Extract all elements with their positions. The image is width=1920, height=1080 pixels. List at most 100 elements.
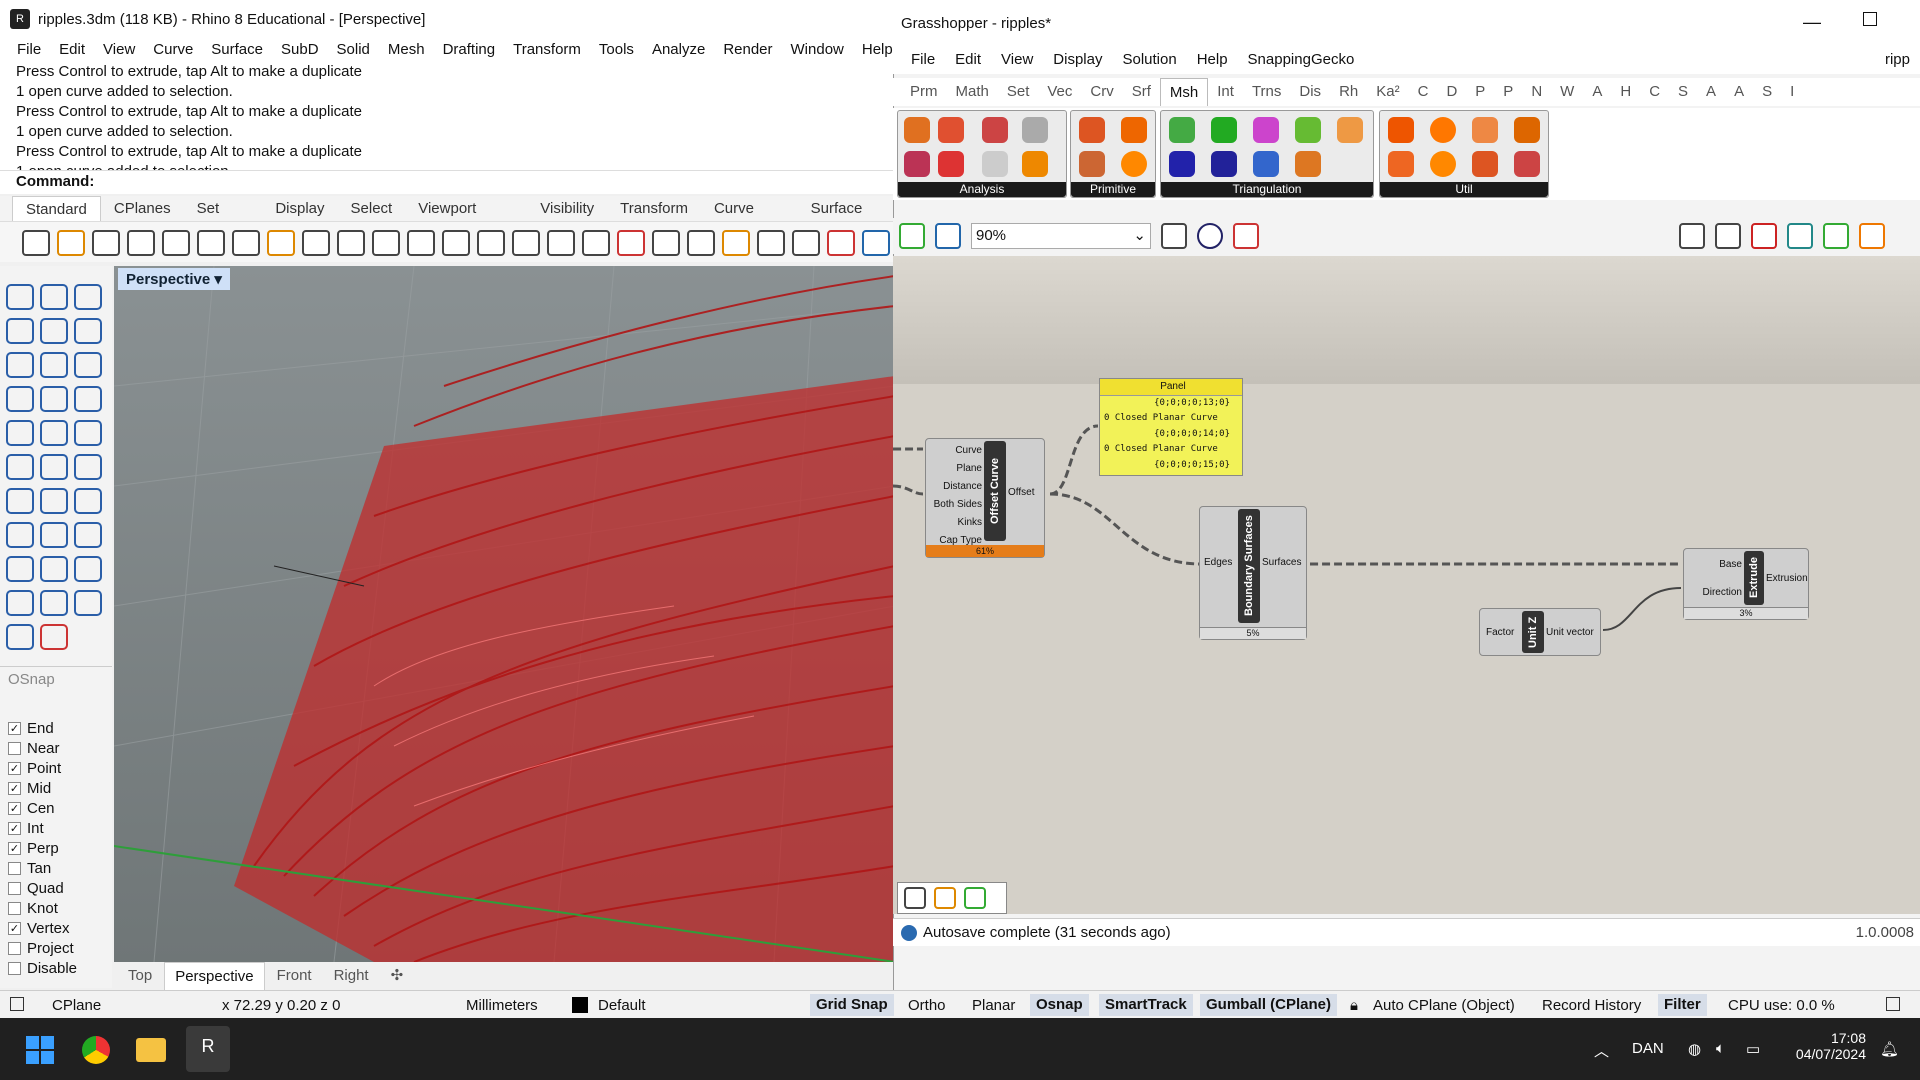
undo-icon[interactable]: [302, 230, 330, 256]
zoom-all-icon[interactable]: [547, 230, 575, 256]
text-icon[interactable]: [6, 556, 34, 582]
gh-menu-overflow[interactable]: ripp: [1875, 46, 1920, 74]
checkbox[interactable]: [8, 941, 21, 955]
output-unit-vector[interactable]: Unit vector: [1546, 627, 1594, 638]
util-tool-icon[interactable]: [1472, 151, 1498, 177]
util-tool-icon[interactable]: [1388, 151, 1414, 177]
box-icon[interactable]: [6, 420, 34, 446]
input-language[interactable]: DAN: [1632, 1040, 1664, 1057]
tab-surface-tools[interactable]: Surface Too: [798, 196, 895, 243]
zoom-extents-icon[interactable]: [477, 230, 505, 256]
save-file-icon[interactable]: [935, 223, 961, 249]
menu-curve[interactable]: Curve: [144, 38, 202, 62]
mesh-quality-icon[interactable]: [1787, 223, 1813, 249]
menu-analyze[interactable]: Analyze: [643, 38, 714, 62]
checkbox[interactable]: [8, 901, 21, 915]
volume-icon[interactable]: 🔈︎: [1716, 1040, 1725, 1057]
current-layer[interactable]: Default: [598, 997, 646, 1014]
loft-icon[interactable]: [74, 386, 102, 412]
gh-tab-7[interactable]: Int: [1208, 78, 1243, 106]
util-tool-icon[interactable]: [1430, 151, 1456, 177]
preview-selected-icon[interactable]: [1751, 223, 1777, 249]
perspective-viewport[interactable]: [114, 266, 895, 962]
primitive-tool-icon[interactable]: [1121, 151, 1147, 177]
analysis-tool-icon[interactable]: [1022, 151, 1048, 177]
util-tool-icon[interactable]: [1514, 151, 1540, 177]
tab-select[interactable]: Select: [338, 196, 406, 221]
checkbox[interactable]: ✓: [8, 721, 21, 735]
viewport-tab-front[interactable]: Front: [267, 962, 322, 992]
polygon-icon[interactable]: [6, 352, 34, 378]
preview-eye-icon[interactable]: [1197, 223, 1223, 249]
select-arrow-icon[interactable]: [6, 284, 34, 310]
analysis-tool-icon[interactable]: [938, 151, 964, 177]
lock-icon[interactable]: [792, 230, 820, 256]
viewport-tab-perspective[interactable]: Perspective: [164, 962, 265, 992]
output-surfaces[interactable]: Surfaces: [1262, 557, 1301, 568]
color-wheel-icon[interactable]: [862, 230, 890, 256]
triangulation-tool-icon[interactable]: [1253, 151, 1279, 177]
gh-tab-2[interactable]: Set: [998, 78, 1039, 106]
input-factor[interactable]: Factor: [1486, 627, 1514, 638]
gh-tab-1[interactable]: Math: [947, 78, 998, 106]
tab-transform[interactable]: Transform: [607, 196, 701, 221]
menu-file[interactable]: File: [8, 38, 50, 62]
import-icon[interactable]: [162, 230, 190, 256]
analysis-tool-icon[interactable]: [904, 151, 930, 177]
util-tool-icon[interactable]: [1514, 117, 1540, 143]
add-viewport-icon[interactable]: ✣: [381, 962, 414, 992]
selector-icon[interactable]: [934, 887, 956, 909]
osnap-toggle[interactable]: Osnap: [1030, 994, 1089, 1016]
network-icon[interactable]: ◍: [1688, 1040, 1701, 1058]
viewport-tab-top[interactable]: Top: [118, 962, 162, 992]
record-history-toggle[interactable]: Record History: [1542, 997, 1641, 1014]
zoom-icon[interactable]: [407, 230, 435, 256]
osnap-item-tan[interactable]: Tan: [0, 858, 112, 878]
trim-icon[interactable]: [6, 488, 34, 514]
menu-surface[interactable]: Surface: [202, 38, 272, 62]
osnap-item-near[interactable]: Near: [0, 738, 112, 758]
gh-menu-snappinggecko[interactable]: SnappingGecko: [1238, 46, 1365, 74]
zoom-selected-icon[interactable]: [512, 230, 540, 256]
gh-tab-20[interactable]: C: [1640, 78, 1669, 106]
menu-edit[interactable]: Edit: [50, 38, 94, 62]
gh-menu-display[interactable]: Display: [1043, 46, 1112, 74]
light-bulb-icon[interactable]: [757, 230, 785, 256]
gh-tab-6[interactable]: Msh: [1159, 78, 1209, 106]
filter-toggle[interactable]: Filter: [1658, 994, 1707, 1016]
checkbox[interactable]: ✓: [8, 761, 21, 775]
osnap-item-disable[interactable]: Disable: [0, 958, 112, 978]
analysis-tool-icon[interactable]: [982, 151, 1008, 177]
analysis-tool-icon[interactable]: [1022, 117, 1048, 143]
rotate-view-icon[interactable]: [372, 230, 400, 256]
maximize-icon[interactable]: [1863, 12, 1877, 26]
osnap-item-quad[interactable]: Quad: [0, 878, 112, 898]
util-tool-icon[interactable]: [1388, 117, 1414, 143]
preview-wire-icon[interactable]: [1679, 223, 1705, 249]
menu-window[interactable]: Window: [782, 38, 853, 62]
tab-cplanes[interactable]: CPlanes: [101, 196, 184, 221]
input-distance[interactable]: Distance: [943, 481, 982, 492]
mesh-icon[interactable]: [6, 454, 34, 480]
zoom-extents-icon[interactable]: [1161, 223, 1187, 249]
distance-icon[interactable]: [74, 590, 102, 616]
zoom-window-icon[interactable]: [442, 230, 470, 256]
explode-icon[interactable]: [40, 454, 68, 480]
gh-tab-12[interactable]: C: [1409, 78, 1438, 106]
cylinder-icon[interactable]: [74, 420, 102, 446]
surface-icon[interactable]: [40, 386, 68, 412]
menu-mesh[interactable]: Mesh: [379, 38, 434, 62]
panel-toggle-icon[interactable]: [10, 997, 24, 1011]
car-shaded-icon[interactable]: [617, 230, 645, 256]
menu-subd[interactable]: SubD: [272, 38, 328, 62]
input-kinks[interactable]: Kinks: [958, 517, 982, 528]
file-explorer-icon[interactable]: [136, 1038, 166, 1062]
triangulation-tool-icon[interactable]: [1169, 117, 1195, 143]
mesh-settings-icon[interactable]: [1823, 223, 1849, 249]
chrome-icon[interactable]: [82, 1036, 110, 1064]
zoom-level-select[interactable]: 90% ⌄: [971, 223, 1151, 249]
material-icon[interactable]: [827, 230, 855, 256]
tab-set-view[interactable]: Set View: [184, 196, 263, 243]
extrude-component[interactable]: Base Direction Extrude Extrusion 3%: [1683, 548, 1809, 620]
boolean-icon[interactable]: [74, 454, 102, 480]
